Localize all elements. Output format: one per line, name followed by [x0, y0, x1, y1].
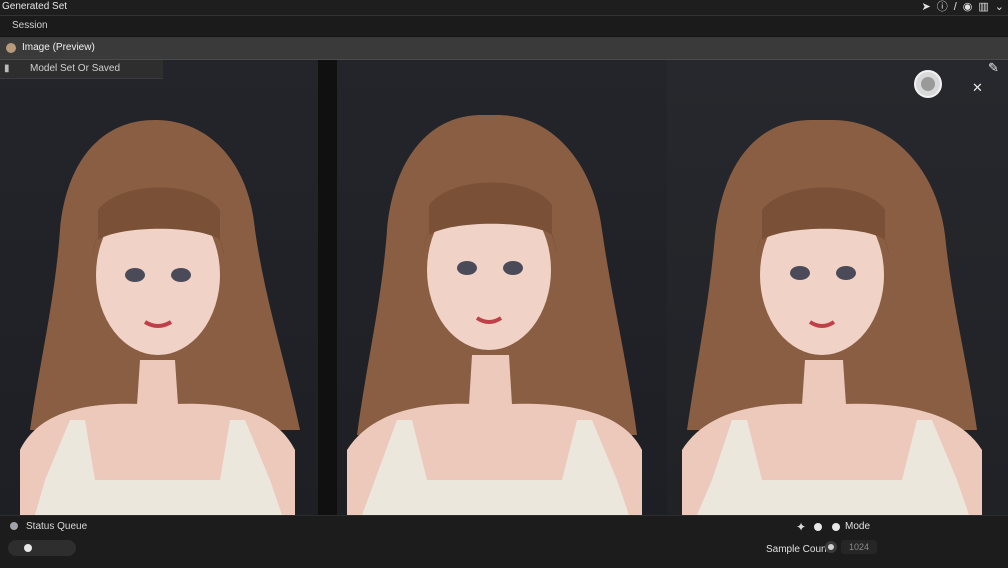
- close-icon[interactable]: ✕: [972, 80, 983, 96]
- edit-icon[interactable]: ✎: [988, 60, 999, 76]
- dropdown-label: Model Set Or Saved: [30, 63, 121, 74]
- menu-bar: Session: [0, 16, 1008, 36]
- bottom-bar: Status Queue ✦ Mode Sample Count 1024: [0, 515, 1008, 568]
- tab-bar: Image (Preview): [0, 37, 1008, 60]
- image-gallery: [0, 60, 1008, 515]
- arrow-icon[interactable]: ➤: [921, 1, 930, 14]
- status-label: Status Queue: [26, 521, 88, 532]
- mode-label: Mode: [845, 521, 871, 532]
- image-panel-2[interactable]: [337, 60, 667, 515]
- setting-radio[interactable]: [825, 541, 837, 553]
- panel-icon[interactable]: ▥: [978, 1, 988, 14]
- setting-value-field[interactable]: 1024: [841, 540, 877, 554]
- title-bar: Generated Set ➤ ⓘ / ◉ ▥ ⌄: [0, 0, 1008, 16]
- toggle-knob: [24, 544, 32, 552]
- portrait-image-3: [682, 120, 982, 515]
- record-button[interactable]: [914, 70, 942, 98]
- chevron-down-icon[interactable]: ⌄: [995, 1, 1004, 14]
- slash-icon[interactable]: /: [954, 1, 957, 14]
- image-panel-1[interactable]: [0, 60, 318, 515]
- tab-avatar-icon: [6, 43, 16, 53]
- menu-session[interactable]: Session: [12, 20, 48, 31]
- portrait-image-1: [20, 120, 300, 515]
- status-indicator-icon: [10, 522, 18, 530]
- window-title: Generated Set: [2, 1, 68, 12]
- pin-icon[interactable]: ✦: [796, 520, 806, 534]
- mode-radio-2[interactable]: [832, 523, 840, 531]
- title-bar-icons: ➤ ⓘ / ◉ ▥ ⌄: [921, 1, 1004, 14]
- model-dropdown[interactable]: ▮ Model Set Or Saved: [0, 60, 163, 79]
- record-icon: [921, 77, 935, 91]
- portrait-image-2: [347, 115, 642, 515]
- queue-toggle[interactable]: [8, 540, 76, 556]
- info-icon[interactable]: ⓘ: [937, 1, 948, 14]
- setting-label: Sample Count: [766, 544, 830, 555]
- mode-radio-1[interactable]: [814, 523, 822, 531]
- dropdown-marker-icon: ▮: [4, 63, 10, 74]
- tab-image-preview[interactable]: Image (Preview): [22, 42, 95, 53]
- image-panel-3[interactable]: [667, 60, 1008, 515]
- eye-icon[interactable]: ◉: [963, 1, 973, 14]
